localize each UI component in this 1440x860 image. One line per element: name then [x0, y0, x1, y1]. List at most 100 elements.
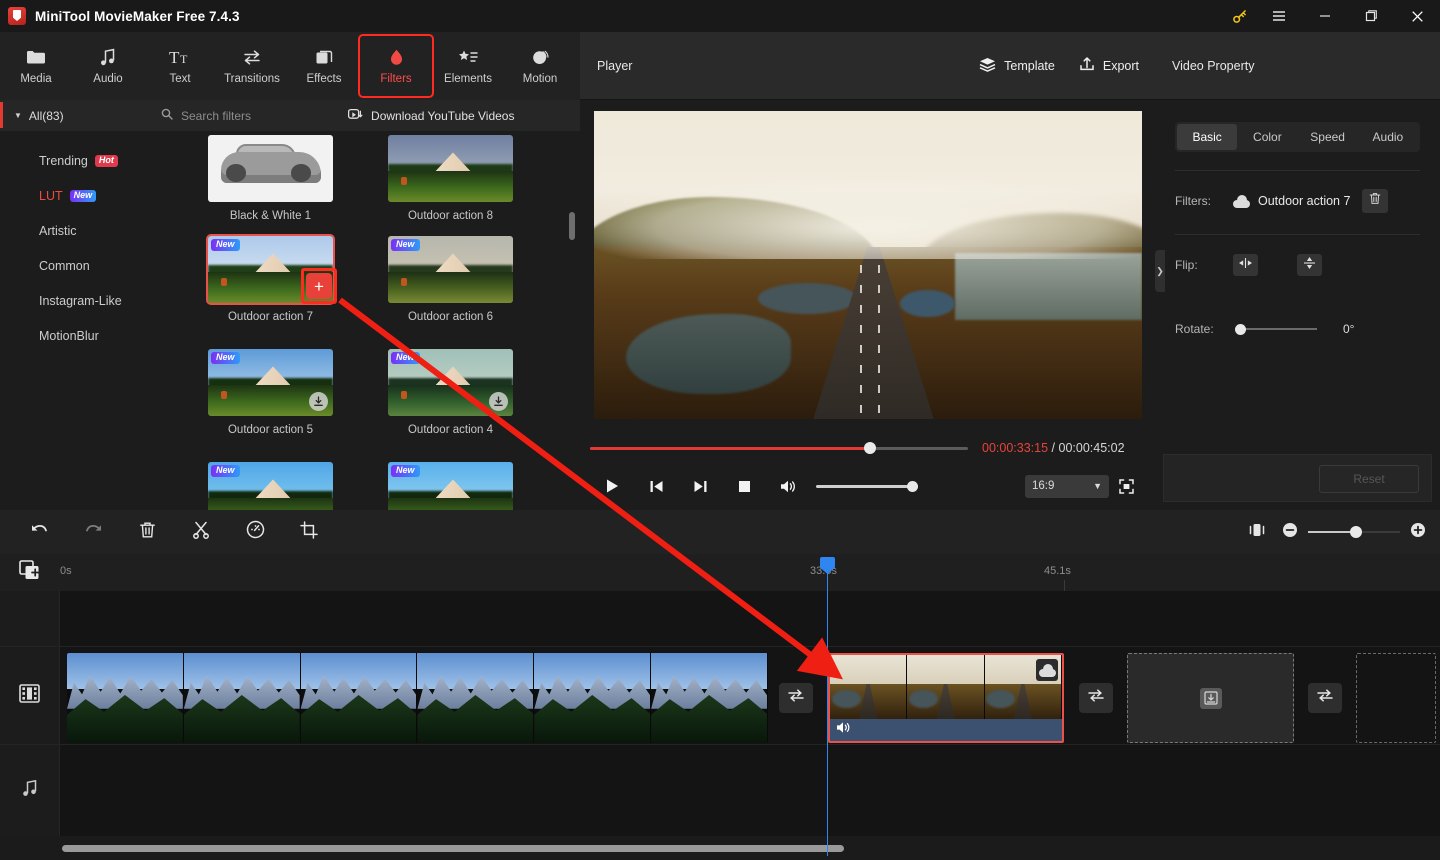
next-frame-button[interactable] [678, 470, 722, 502]
tab-transitions[interactable]: Transitions [216, 36, 288, 96]
zoom-handle[interactable] [1349, 526, 1362, 538]
filter-grid[interactable]: Black & White 1 Outdoor action 8 New Out… [147, 131, 580, 510]
title-bar: MiniTool MovieMaker Free 7.4.3 [0, 0, 1440, 32]
add-media-icon [18, 560, 41, 585]
sidebar-item-trending[interactable]: Trending Hot [0, 143, 147, 178]
sidebar-item-instagram-like[interactable]: Instagram-Like [0, 283, 147, 318]
download-icon[interactable] [489, 392, 508, 411]
tab-audio[interactable]: Audio [72, 36, 144, 96]
timeline-zoom-slider[interactable] [1308, 525, 1400, 539]
zoom-out-button[interactable] [1282, 522, 1298, 543]
search-input[interactable]: Search filters [161, 108, 251, 123]
remove-filter-button[interactable] [1362, 189, 1389, 213]
hamburger-menu-icon[interactable] [1256, 0, 1302, 32]
sidebar-item-motionblur[interactable]: MotionBlur [0, 318, 147, 353]
redo-button[interactable] [66, 510, 120, 554]
filter-item[interactable]: Black & White 1 [208, 135, 333, 222]
video-clip-mountain[interactable] [67, 653, 768, 743]
collapse-property-panel-button[interactable]: ❯ [1155, 250, 1165, 292]
track-header-video[interactable] [0, 647, 60, 744]
template-button[interactable]: Template [979, 57, 1055, 75]
flip-horizontal-button[interactable] [1233, 254, 1258, 276]
filter-thumbnail[interactable] [388, 135, 513, 202]
download-youtube-button[interactable]: Download YouTube Videos [347, 108, 514, 123]
filter-item[interactable]: New [388, 462, 513, 510]
tab-basic[interactable]: Basic [1177, 124, 1238, 150]
filter-item[interactable]: New Outdoor action 5 [208, 349, 333, 436]
maximize-icon[interactable] [1348, 0, 1394, 32]
add-filter-button[interactable]: + [306, 273, 332, 299]
filter-thumbnail[interactable]: New [388, 349, 513, 416]
play-button[interactable] [590, 470, 634, 502]
minimize-icon[interactable] [1302, 0, 1348, 32]
close-icon[interactable] [1394, 0, 1440, 32]
tab-audio[interactable]: Audio [1358, 124, 1418, 150]
media-drop-placeholder[interactable] [1127, 653, 1294, 743]
add-media-button[interactable] [18, 560, 41, 585]
video-clip-road[interactable] [828, 653, 1064, 743]
export-button[interactable]: Export [1079, 56, 1139, 75]
filter-thumbnail[interactable]: New [208, 462, 333, 510]
flip-vertical-button[interactable] [1297, 254, 1322, 276]
stop-button[interactable] [722, 470, 766, 502]
media-drop-placeholder-partial[interactable] [1356, 653, 1436, 743]
timeline-zoom-group [1248, 522, 1440, 543]
all-filters-header[interactable]: ▼ All(83) [0, 100, 147, 131]
zoom-in-button[interactable] [1410, 522, 1426, 543]
volume-button[interactable] [766, 470, 810, 502]
tab-effects[interactable]: Effects [288, 36, 360, 96]
crop-button[interactable] [282, 510, 336, 554]
clip-filter-badge[interactable] [1036, 659, 1058, 681]
track-header-overlay[interactable] [0, 591, 60, 646]
player-title: Player [597, 58, 633, 73]
sidebar-item-lut[interactable]: LUT New [0, 178, 147, 213]
timeline-horizontal-scrollbar[interactable] [62, 845, 844, 852]
previous-frame-button[interactable] [634, 470, 678, 502]
tab-media[interactable]: Media [0, 36, 72, 96]
download-icon[interactable] [309, 392, 328, 411]
tab-filters[interactable]: Filters [358, 34, 434, 98]
activate-key-icon[interactable] [1222, 0, 1256, 32]
undo-button[interactable] [12, 510, 66, 554]
filter-item[interactable]: New [208, 462, 333, 510]
tab-elements[interactable]: Elements [432, 36, 504, 96]
tab-color[interactable]: Color [1237, 124, 1297, 150]
filter-thumbnail[interactable]: New [208, 349, 333, 416]
transition-slot-1[interactable] [779, 683, 813, 713]
filter-item[interactable]: New Outdoor action 4 [388, 349, 513, 436]
sidebar-item-artistic[interactable]: Artistic [0, 213, 147, 248]
reset-button[interactable]: Reset [1319, 465, 1419, 493]
filter-grid-scrollbar[interactable] [569, 212, 575, 240]
tab-speed[interactable]: Speed [1298, 124, 1358, 150]
seek-handle[interactable] [863, 442, 876, 454]
rotate-handle[interactable] [1235, 323, 1246, 335]
volume-slider[interactable] [816, 479, 918, 493]
transition-slot-3[interactable] [1308, 683, 1342, 713]
filter-thumbnail[interactable] [208, 135, 333, 202]
filter-item[interactable]: New Outdoor action 6 [388, 236, 513, 323]
transition-slot-2[interactable] [1079, 683, 1113, 713]
timeline-ruler[interactable]: 0s 33.6s 45.1s [0, 554, 1440, 591]
speaker-icon[interactable] [836, 721, 852, 739]
speed-button[interactable] [228, 510, 282, 554]
delete-button[interactable] [120, 510, 174, 554]
sidebar-item-common[interactable]: Common [0, 248, 147, 283]
aspect-ratio-select[interactable]: 16:9 ▼ [1025, 474, 1109, 498]
filter-item[interactable]: Outdoor action 8 [388, 135, 513, 222]
seek-bar[interactable] [590, 441, 968, 455]
applied-filter-chip[interactable]: Outdoor action 7 [1233, 194, 1350, 208]
tab-motion[interactable]: Motion [504, 36, 576, 96]
track-header-audio[interactable] [0, 745, 60, 836]
fit-timeline-icon[interactable] [1248, 522, 1266, 543]
fullscreen-button[interactable] [1109, 470, 1143, 502]
filter-thumbnail[interactable]: New [388, 462, 513, 510]
rotate-slider[interactable] [1235, 322, 1317, 336]
video-preview[interactable] [593, 111, 1142, 419]
timeline-playhead[interactable] [820, 557, 835, 856]
tab-text[interactable]: TT Text [144, 36, 216, 96]
volume-handle[interactable] [907, 480, 918, 492]
clip-audio-strip[interactable] [830, 719, 1062, 741]
video-track-row[interactable] [60, 653, 1440, 743]
filter-thumbnail[interactable]: New [388, 236, 513, 303]
split-button[interactable] [174, 510, 228, 554]
